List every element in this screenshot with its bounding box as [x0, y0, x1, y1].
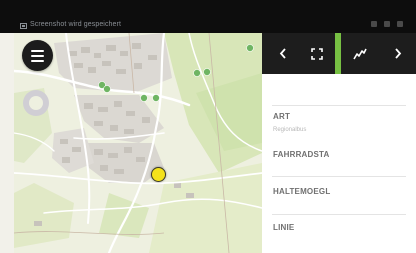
field-divider [272, 105, 406, 106]
field-label: FAHRRADSTA [273, 150, 330, 159]
panel-toolbar [262, 33, 416, 74]
battery-status-icon [397, 21, 403, 27]
stop-marker[interactable] [103, 85, 111, 93]
info-panel: ART Regionalbus FAHRRADSTA HALTEMOEGL LI… [262, 33, 416, 253]
signal-status-icon [371, 21, 377, 27]
status-bar: Screenshot wird gespeichert [0, 0, 416, 33]
field-label: HALTEMOEGL [273, 187, 331, 196]
map-canvas[interactable] [14, 33, 262, 253]
stop-marker[interactable] [246, 44, 254, 52]
toolbar-accent-bar [335, 33, 341, 74]
field-label: LINIE [273, 223, 295, 232]
stop-marker[interactable] [193, 69, 201, 77]
chevron-left-icon [279, 48, 286, 59]
next-button[interactable] [388, 33, 408, 74]
screenshot-icon [20, 23, 27, 29]
location-marker[interactable] [151, 167, 166, 182]
map-view[interactable] [14, 33, 262, 253]
app-screen: Screenshot wird gespeichert ART Regional… [0, 0, 416, 253]
stop-marker[interactable] [152, 94, 160, 102]
field-divider [272, 214, 406, 215]
previous-button[interactable] [272, 33, 294, 74]
roundabout-center [29, 96, 43, 110]
fullscreen-icon [311, 47, 323, 60]
fullscreen-button[interactable] [305, 33, 329, 74]
stop-marker[interactable] [140, 94, 148, 102]
signal-icon [353, 48, 367, 59]
field-label: ART [273, 112, 291, 121]
signal-button[interactable] [346, 33, 374, 74]
notification-text: Screenshot wird gespeichert [30, 21, 122, 28]
wifi-status-icon [384, 21, 390, 27]
field-value: Regionalbus [273, 127, 307, 133]
chevron-right-icon [395, 48, 402, 59]
residential-area [54, 33, 172, 93]
field-divider [272, 176, 406, 177]
stop-marker[interactable] [203, 68, 211, 76]
menu-button[interactable] [22, 40, 53, 71]
